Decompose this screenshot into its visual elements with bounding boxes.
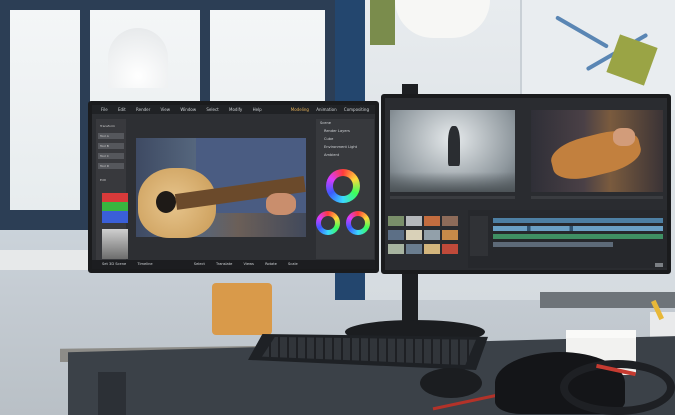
sidebar-item[interactable]: Tool D: [98, 163, 124, 169]
workspace-tabs: Modeling Animation Compositing: [285, 105, 369, 114]
media-bin: [388, 216, 460, 264]
left-screen: File Edit Render View Window Select Modi…: [92, 105, 375, 269]
program-viewer[interactable]: [531, 110, 663, 192]
scene-row[interactable]: Render Layers: [316, 127, 374, 135]
status-bar: Set 3D Scene Timeline Select Translate V…: [92, 260, 375, 269]
media-thumb[interactable]: [442, 216, 458, 226]
menu-item[interactable]: File: [101, 107, 108, 112]
window-pane: [10, 10, 80, 210]
menu-item[interactable]: Modify: [229, 107, 242, 112]
editor-control[interactable]: [655, 263, 663, 267]
floor-shadow: [390, 172, 515, 192]
board-sticky: [606, 34, 658, 86]
status-item[interactable]: Timeline: [137, 262, 152, 266]
status-item[interactable]: Scale: [288, 262, 298, 266]
viewport-image[interactable]: [136, 138, 306, 238]
sidebar-header: Transform: [100, 124, 115, 128]
tab-modeling[interactable]: Modeling: [291, 107, 309, 112]
sidebar-item[interactable]: Tool B: [98, 143, 124, 149]
status-item[interactable]: Translate: [216, 262, 232, 266]
track-headers: [470, 216, 488, 256]
left-monitor: File Edit Render View Window Select Modi…: [88, 101, 379, 273]
audio-track[interactable]: [493, 234, 663, 239]
scrub-bar[interactable]: [531, 196, 663, 199]
hand: [613, 128, 635, 146]
white-box-lid: [566, 330, 636, 338]
color-wheel[interactable]: [316, 211, 340, 235]
status-item[interactable]: Views: [244, 262, 254, 266]
menu-item[interactable]: Window: [180, 107, 196, 112]
media-thumb[interactable]: [424, 216, 440, 226]
media-thumb[interactable]: [388, 230, 404, 240]
media-thumb[interactable]: [388, 216, 404, 226]
pendant-lamp: [108, 28, 168, 88]
menu-bar: File Edit Render View Window Select Modi…: [92, 105, 375, 114]
media-thumb[interactable]: [388, 244, 404, 254]
menu-item[interactable]: View: [161, 107, 171, 112]
grayscale-thumb[interactable]: [102, 229, 128, 259]
dancer-silhouette: [448, 126, 460, 166]
timeline-track[interactable]: [493, 218, 663, 223]
media-thumb[interactable]: [406, 230, 422, 240]
status-item[interactable]: Set 3D Scene: [102, 262, 126, 266]
media-thumb[interactable]: [424, 244, 440, 254]
guitar-soundhole: [156, 191, 176, 213]
source-viewer[interactable]: [390, 110, 515, 192]
sidebar-item[interactable]: Tool A: [98, 133, 124, 139]
timeline[interactable]: [468, 210, 667, 268]
media-thumb[interactable]: [406, 244, 422, 254]
color-wheel-center: [333, 176, 353, 196]
sidebar-section: Edit: [100, 178, 106, 182]
media-thumb[interactable]: [442, 230, 458, 240]
hand: [266, 193, 296, 215]
color-wheel[interactable]: [346, 211, 370, 235]
color-wheel[interactable]: [326, 169, 360, 203]
menu-item[interactable]: Select: [206, 107, 218, 112]
sidebar-item[interactable]: Tool C: [98, 153, 124, 159]
media-thumb[interactable]: [442, 244, 458, 254]
menu-item[interactable]: Help: [253, 107, 262, 112]
right-monitor: [381, 94, 671, 274]
status-item[interactable]: Select: [194, 262, 205, 266]
scrub-bar[interactable]: [390, 196, 515, 199]
board-line: [555, 15, 609, 49]
scene-row[interactable]: Ambient: [316, 151, 374, 159]
timeline-track[interactable]: [493, 242, 613, 247]
tab-animation[interactable]: Animation: [316, 107, 336, 112]
tool-sidebar: Transform Tool A Tool B Tool C Tool D Ed…: [96, 119, 128, 269]
plant: [370, 0, 395, 45]
scene-row[interactable]: Cube: [316, 135, 374, 143]
media-thumb[interactable]: [424, 230, 440, 240]
desk-leg: [98, 372, 126, 415]
tab-compositing[interactable]: Compositing: [344, 107, 369, 112]
scene-panel: Scene Render Layers Cube Environment Lig…: [316, 119, 374, 259]
office-scene: File Edit Render View Window Select Modi…: [0, 0, 675, 415]
menu-item[interactable]: Render: [136, 107, 150, 112]
media-thumb[interactable]: [406, 216, 422, 226]
orange-chair: [212, 283, 272, 335]
status-item[interactable]: Rotate: [265, 262, 277, 266]
rgb-histogram-thumb[interactable]: [102, 193, 128, 223]
scene-title: Scene: [320, 121, 331, 125]
color-wheel-center: [351, 216, 365, 230]
mouse[interactable]: [420, 368, 482, 398]
menu-item[interactable]: Edit: [118, 107, 126, 112]
timeline-track[interactable]: [493, 226, 663, 231]
right-screen: [385, 98, 667, 270]
scene-row[interactable]: Environment Light: [316, 143, 374, 151]
color-wheel-center: [321, 216, 335, 230]
